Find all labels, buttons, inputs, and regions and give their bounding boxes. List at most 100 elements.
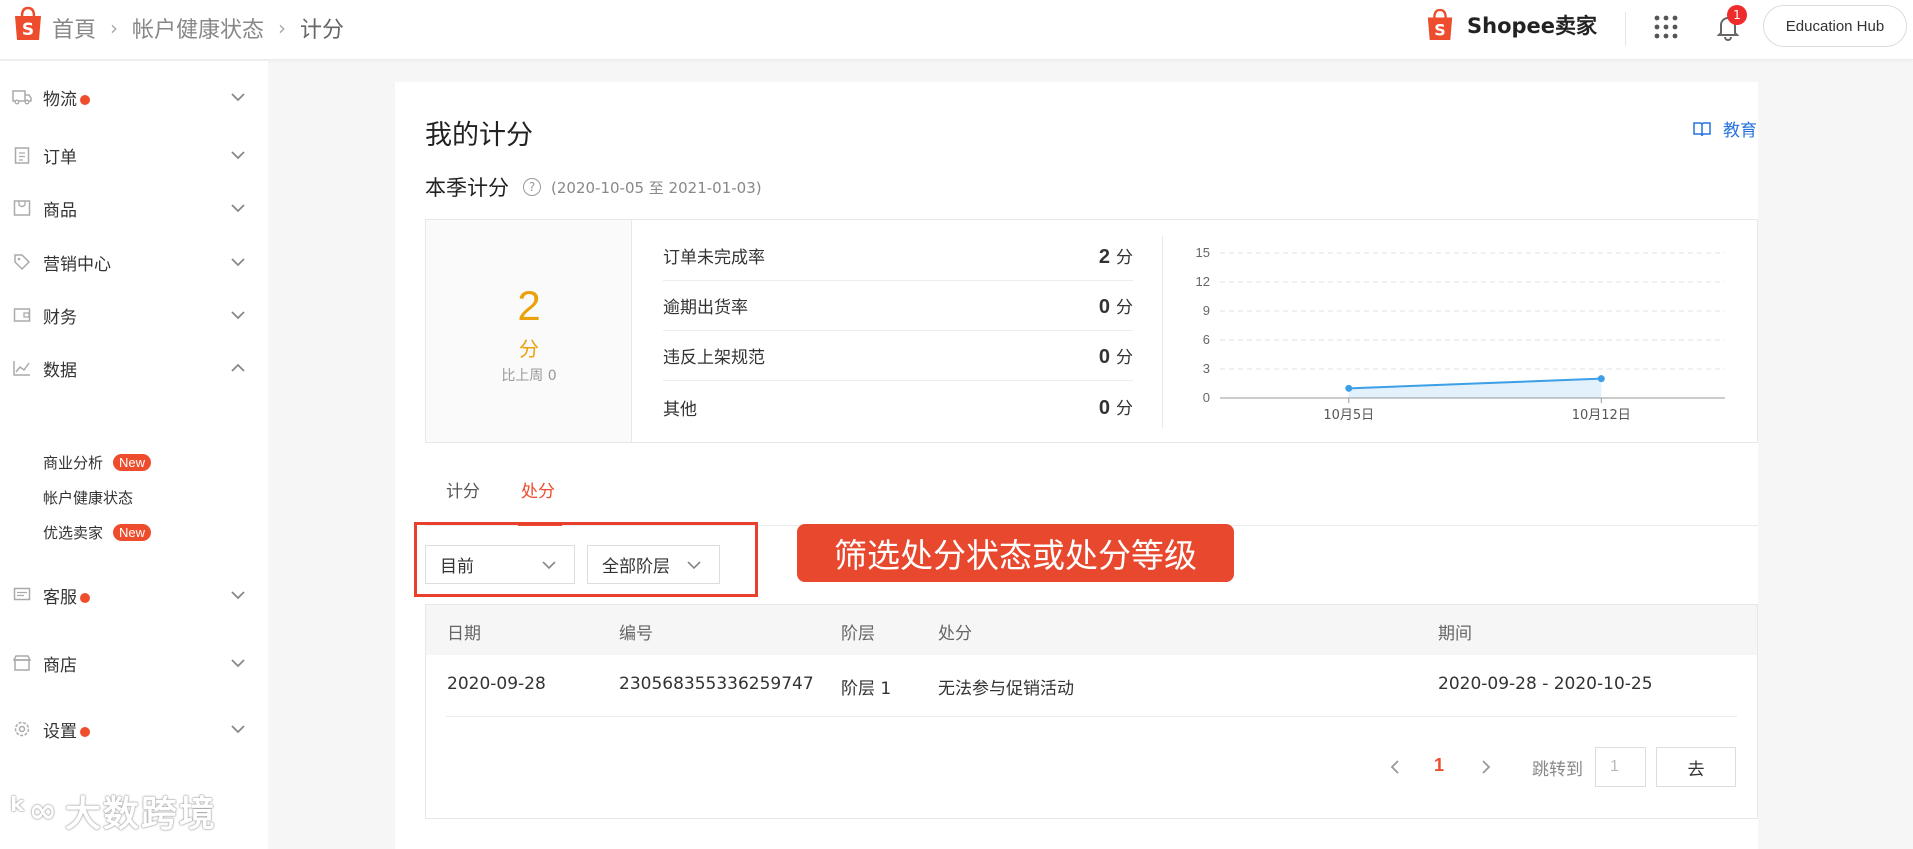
cell-tier: 阶层 1 — [841, 679, 892, 699]
score-trend-chart: 0 3 6 9 12 15 10月5日 10月12日 — [1196, 245, 1725, 423]
column-header-penalty: 处分 — [938, 624, 972, 644]
chevron-down-icon — [231, 725, 245, 734]
sidebar-item-label: 设置 — [43, 717, 90, 742]
y-tick-label: 9 — [1203, 303, 1210, 318]
sidebar-item-orders[interactable]: 订单 — [0, 135, 268, 175]
chevron-down-icon — [231, 258, 245, 267]
help-icon[interactable]: ? — [523, 178, 541, 196]
chevron-down-icon — [231, 93, 245, 102]
sidebar-subitem-business-insights[interactable]: 商业分析 New — [43, 452, 152, 473]
cell-period: 2020-09-28 - 2020-10-25 — [1438, 674, 1653, 694]
sidebar-item-label: 客服 — [43, 583, 90, 608]
watermark-logo-icon: ᵏ∞ — [10, 791, 59, 831]
shopee-bag-icon: S — [1427, 8, 1453, 40]
page-number-current[interactable]: 1 — [1434, 755, 1444, 776]
watermark-text: 大数跨境 — [64, 794, 217, 835]
y-tick-label: 0 — [1203, 390, 1210, 405]
sidebar-item-label: 财务 — [43, 307, 77, 328]
jump-page-input[interactable]: 1 — [1595, 747, 1646, 787]
y-tick-label: 12 — [1196, 274, 1210, 289]
clipboard-icon — [12, 145, 32, 165]
chat-icon — [12, 585, 32, 605]
svg-text:S: S — [22, 20, 34, 40]
sidebar-item-finance[interactable]: 财务 — [0, 295, 268, 335]
watermark: ᵏ∞ 大数跨境 — [10, 785, 217, 837]
brand[interactable]: S Shopee卖家 — [1425, 8, 1597, 42]
cell-id: 230568355336259747 — [619, 674, 814, 694]
chart-icon — [12, 358, 32, 378]
season-header: 本季计分 ? (2020-10-05 至 2021-01-03) — [425, 172, 762, 202]
metric-row: 其他 0分 — [663, 382, 1133, 432]
tag-icon — [12, 252, 32, 272]
metric-label: 逾期出货率 — [663, 298, 748, 318]
notification-badge: 1 — [1727, 5, 1747, 25]
chevron-down-icon — [231, 204, 245, 213]
chevron-down-icon — [687, 561, 701, 570]
column-header-date: 日期 — [447, 624, 481, 644]
page-title: 我的计分 — [425, 120, 533, 151]
education-link[interactable]: 教育 — [1693, 116, 1757, 141]
sidebar-item-marketing[interactable]: 营销中心 — [0, 242, 268, 282]
row-divider — [446, 716, 1737, 717]
brand-name: Shopee卖家 — [1467, 14, 1598, 38]
tier-select[interactable]: 全部阶层 — [587, 545, 720, 584]
next-page-icon[interactable] — [1478, 758, 1494, 776]
tab-score[interactable]: 计分 — [446, 477, 480, 502]
season-range: (2020-10-05 至 2021-01-03) — [551, 178, 762, 197]
x-tick-label: 10月12日 — [1572, 408, 1631, 423]
tab-penalty[interactable]: 处分 — [521, 477, 555, 502]
metric-value: 2分 — [1098, 245, 1133, 268]
metric-row: 违反上架规范 0分 — [663, 331, 1133, 381]
status-select[interactable]: 目前 — [425, 545, 575, 584]
alert-dot — [80, 592, 90, 603]
chevron-up-icon — [231, 363, 245, 372]
chevron-down-icon — [231, 151, 245, 160]
metric-label: 订单未完成率 — [663, 248, 765, 268]
sidebar-item-data[interactable]: 数据 — [0, 348, 268, 388]
y-tick-label: 6 — [1203, 332, 1210, 347]
sidebar-item-products[interactable]: 商品 — [0, 188, 268, 228]
data-point — [1597, 375, 1605, 383]
series-area — [1348, 378, 1602, 398]
book-icon — [1693, 121, 1711, 136]
metric-value: 0分 — [1098, 345, 1133, 368]
chevron-right-icon: › — [278, 16, 287, 40]
status-select-value: 目前 — [440, 557, 474, 577]
sidebar-subitem-preferred-seller[interactable]: 优选卖家 New — [43, 522, 152, 543]
total-score-box: 2 分 比上周 0 — [426, 220, 632, 442]
metric-value: 0分 — [1098, 397, 1133, 419]
metric-label: 违反上架规范 — [663, 348, 765, 368]
sidebar-subitem-account-health[interactable]: 帐户健康状态 — [43, 487, 133, 508]
sidebar-subitem-label: 帐户健康状态 — [43, 489, 134, 507]
sidebar-item-customer-service[interactable]: 客服 — [0, 575, 268, 615]
season-label: 本季计分 — [425, 176, 509, 200]
sidebar-item-label: 商品 — [43, 200, 77, 221]
chevron-down-icon — [231, 659, 245, 668]
chevron-down-icon — [542, 561, 556, 570]
cell-penalty: 无法参与促销活动 — [938, 679, 1074, 699]
apps-grid-icon[interactable] — [1653, 14, 1679, 40]
sidebar-item-label: 订单 — [43, 147, 77, 168]
y-tick-label: 15 — [1196, 245, 1210, 260]
metric-row: 逾期出货率 0分 — [663, 281, 1133, 331]
truck-icon — [12, 87, 32, 107]
metric-value: 0分 — [1098, 295, 1133, 318]
store-icon — [12, 653, 32, 673]
sidebar-item-logistics[interactable]: 物流 — [0, 77, 268, 117]
breadcrumb-home[interactable]: 首頁 — [52, 12, 96, 44]
education-hub-button[interactable]: Education Hub — [1763, 5, 1907, 47]
prev-page-icon[interactable] — [1387, 758, 1403, 776]
sidebar-item-settings[interactable]: 设置 — [0, 709, 268, 749]
sidebar-item-shop[interactable]: 商店 — [0, 643, 268, 683]
breadcrumb: 首頁 › 帐户健康状态 › 计分 — [52, 12, 344, 44]
total-score-unit: 分 — [519, 337, 539, 361]
go-button[interactable]: 去 — [1656, 747, 1736, 787]
jump-to-label: 跳转到 — [1532, 760, 1583, 780]
metric-row: 订单未完成率 2分 — [663, 231, 1133, 281]
metric-label: 其他 — [663, 399, 697, 420]
data-point — [1345, 384, 1353, 392]
sidebar-item-label: 数据 — [43, 360, 77, 381]
shopee-logo-icon[interactable]: S — [12, 6, 44, 42]
breadcrumb-account-health[interactable]: 帐户健康状态 — [132, 12, 264, 44]
top-header: S 首頁 › 帐户健康状态 › 计分 S Shopee卖家 1 Educatio… — [0, 0, 1913, 60]
